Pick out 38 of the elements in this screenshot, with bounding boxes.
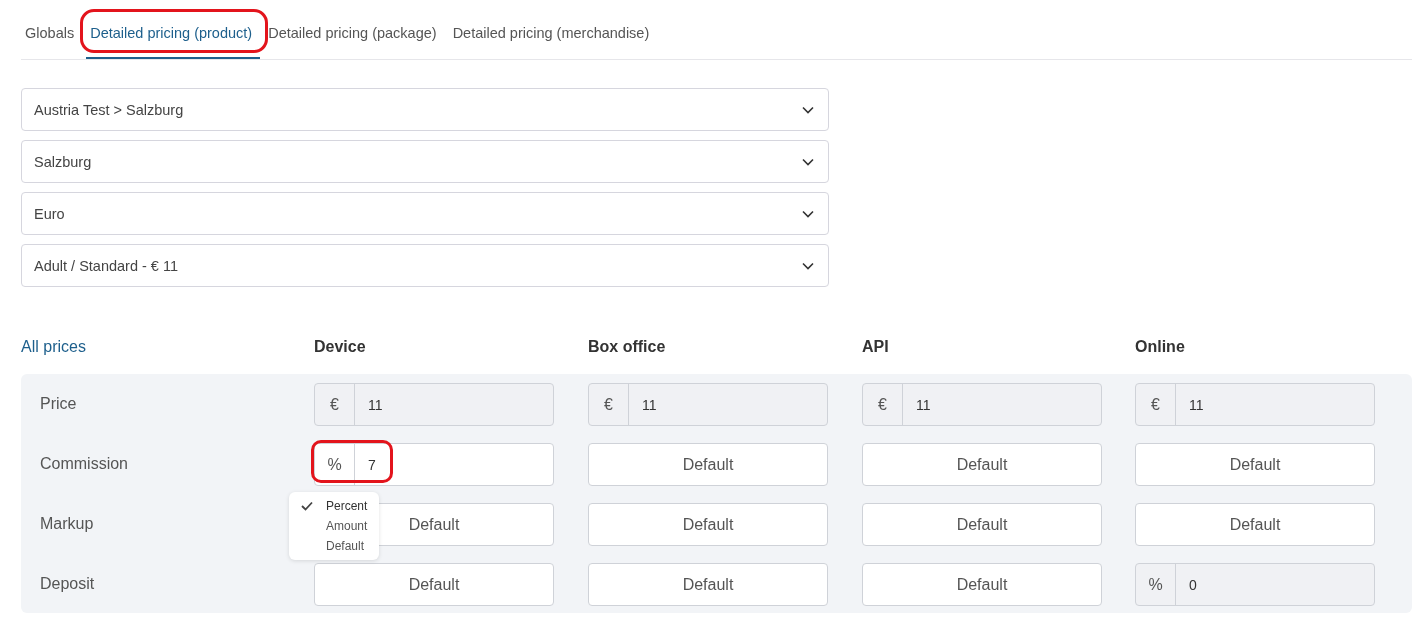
- field-value: 0: [1188, 575, 1197, 595]
- all-prices-link[interactable]: All prices: [21, 338, 86, 356]
- default-button[interactable]: Default: [314, 563, 554, 606]
- default-button[interactable]: Default: [588, 443, 828, 486]
- default-button[interactable]: Default: [588, 563, 828, 606]
- column-header: Online: [1135, 338, 1185, 356]
- tab[interactable]: Detailed pricing (package): [264, 21, 445, 59]
- amount-field[interactable]: % 7: [314, 443, 554, 486]
- tab[interactable]: Detailed pricing (product): [86, 21, 261, 59]
- dropdown-field[interactable]: Austria Test > Salzburg: [21, 88, 829, 131]
- default-button[interactable]: Default: [862, 503, 1102, 546]
- chevron-down-icon: [802, 261, 814, 270]
- field-value: 11: [367, 395, 383, 415]
- field-value: 11: [915, 395, 931, 415]
- column-header: API: [862, 338, 889, 356]
- dropdown-field[interactable]: Adult / Standard - € 11: [21, 244, 829, 287]
- default-button[interactable]: Default: [588, 503, 828, 546]
- tab[interactable]: Detailed pricing (merchandise): [448, 21, 658, 59]
- unit-selector[interactable]: %: [315, 444, 355, 485]
- field-value: 11: [1188, 395, 1204, 415]
- default-button[interactable]: Default: [1135, 503, 1375, 546]
- field-value: 11: [641, 395, 657, 415]
- dropdown-field[interactable]: Salzburg: [21, 140, 829, 183]
- row-label: Deposit: [40, 575, 95, 593]
- chevron-down-icon: [802, 209, 814, 218]
- chevron-down-icon: [802, 105, 814, 114]
- column-header: Box office: [588, 338, 666, 356]
- tab[interactable]: Globals: [21, 21, 83, 59]
- row-label: Markup: [40, 515, 94, 533]
- default-button[interactable]: Default: [862, 563, 1102, 606]
- column-header: Device: [314, 338, 366, 356]
- field-value: 7: [367, 455, 376, 475]
- row-label: Commission: [40, 455, 128, 473]
- dropdown-field[interactable]: Euro: [21, 192, 829, 235]
- chevron-down-icon: [802, 157, 814, 166]
- default-button[interactable]: Default: [862, 443, 1102, 486]
- row-label: Price: [40, 395, 77, 413]
- default-button[interactable]: Default: [1135, 443, 1375, 486]
